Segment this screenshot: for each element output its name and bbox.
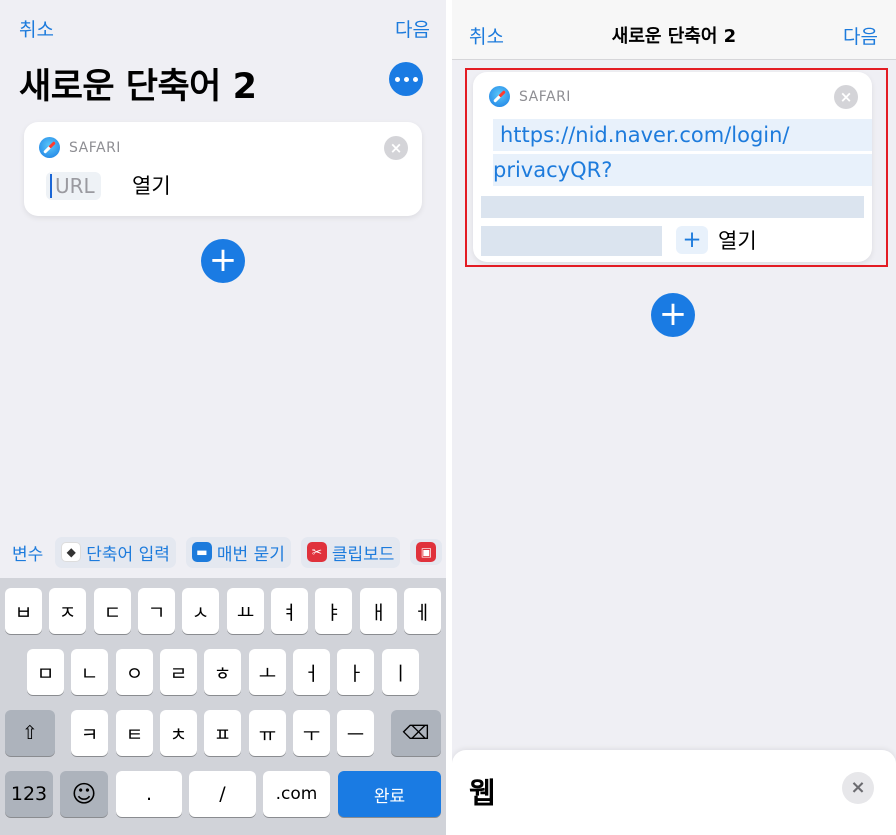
key[interactable]: ㅣ bbox=[382, 649, 419, 695]
key[interactable]: ㅕ bbox=[271, 588, 308, 634]
key[interactable]: ㅗ bbox=[249, 649, 286, 695]
app-name: SAFARI bbox=[69, 139, 121, 156]
page-title: 새로운 단축어 2 bbox=[19, 67, 257, 107]
slash-key[interactable]: / bbox=[189, 771, 256, 817]
cancel-button[interactable]: 취소 bbox=[19, 15, 54, 42]
korean-keyboard: ㅂ ㅈ ㄷ ㄱ ㅅ ㅛ ㅕ ㅑ ㅐ ㅔ ㅁ ㄴ ㅇ ㄹ ㅎ ㅗ ㅓ ㅏ ㅣ ⇧ … bbox=[0, 578, 446, 835]
key[interactable]: ㄴ bbox=[71, 649, 108, 695]
key[interactable]: ㅇ bbox=[116, 649, 153, 695]
key[interactable]: ㅔ bbox=[404, 588, 441, 634]
add-action-button[interactable]: + bbox=[651, 293, 695, 337]
delete-key[interactable]: ⌫ bbox=[391, 710, 441, 756]
remove-action-icon[interactable]: × bbox=[384, 136, 408, 160]
shift-key[interactable]: ⇧ bbox=[5, 710, 55, 756]
chip-label: 단축어 입력 bbox=[86, 544, 170, 565]
key[interactable]: ㅎ bbox=[204, 649, 241, 695]
key[interactable]: ㅜ bbox=[293, 710, 330, 756]
layers-icon: ◆ bbox=[61, 542, 82, 562]
chip-calendar[interactable]: ▣ bbox=[410, 539, 443, 565]
chat-icon: ▬ bbox=[191, 542, 212, 562]
navigation-bar: 취소 새로운 단축어 2 다음 bbox=[452, 0, 896, 60]
key[interactable]: ㅋ bbox=[71, 710, 108, 756]
open-label: 열기 bbox=[132, 174, 171, 198]
left-screen: 취소 다음 새로운 단축어 2 SAFARI × URL 열기 + 변수 ◆ 단… bbox=[0, 0, 446, 835]
key[interactable]: ㅠ bbox=[249, 710, 286, 756]
dotcom-key[interactable]: .com bbox=[263, 771, 330, 817]
done-key[interactable]: 완료 bbox=[338, 771, 441, 817]
next-button[interactable]: 다음 bbox=[843, 22, 878, 49]
key[interactable]: ㅍ bbox=[204, 710, 241, 756]
safari-icon bbox=[39, 137, 60, 158]
next-button[interactable]: 다음 bbox=[395, 15, 430, 42]
period-key[interactable]: . bbox=[116, 771, 182, 817]
text-caret bbox=[50, 174, 52, 198]
url-input-token[interactable]: URL bbox=[46, 172, 101, 200]
key[interactable]: ㅡ bbox=[337, 710, 374, 756]
emoji-key[interactable]: ☺ bbox=[60, 771, 108, 817]
chip-shortcut-input[interactable]: ◆ 단축어 입력 bbox=[55, 536, 176, 568]
key[interactable]: ㅛ bbox=[227, 588, 264, 634]
key[interactable]: ㅁ bbox=[27, 649, 64, 695]
variable-suggestion-bar: 변수 ◆ 단축어 입력 ▬ 매번 묻기 ✂ 클립보드 ▣ bbox=[0, 533, 446, 571]
chip-clipboard[interactable]: ✂ 클립보드 bbox=[300, 536, 401, 568]
key[interactable]: ㅅ bbox=[182, 588, 219, 634]
key[interactable]: ㅂ bbox=[5, 588, 42, 634]
more-dot-icon bbox=[394, 76, 400, 82]
key[interactable]: ㄹ bbox=[160, 649, 197, 695]
action-picker-sheet: 웹 × bbox=[452, 750, 896, 835]
key[interactable]: ㅈ bbox=[49, 588, 86, 634]
calendar-icon: ▣ bbox=[416, 542, 437, 562]
key[interactable]: ㅏ bbox=[337, 649, 374, 695]
variables-button[interactable]: 변수 bbox=[12, 540, 43, 565]
chip-ask-each-time[interactable]: ▬ 매번 묻기 bbox=[185, 536, 291, 568]
key[interactable]: ㅐ bbox=[360, 588, 397, 634]
numbers-key[interactable]: 123 bbox=[5, 771, 53, 817]
chip-label: 클립보드 bbox=[331, 544, 395, 565]
chip-label: 매번 묻기 bbox=[216, 544, 285, 565]
card-header: SAFARI bbox=[39, 137, 121, 158]
url-placeholder: URL bbox=[55, 174, 95, 198]
more-dot-icon bbox=[412, 76, 418, 82]
sheet-title: 웹 bbox=[469, 776, 496, 810]
scissors-icon: ✂ bbox=[306, 542, 327, 562]
safari-action-card[interactable]: SAFARI × URL 열기 bbox=[24, 122, 422, 216]
add-action-button[interactable]: + bbox=[201, 239, 245, 283]
key[interactable]: ㄷ bbox=[94, 588, 131, 634]
nav-title: 새로운 단축어 2 bbox=[611, 26, 737, 47]
more-dot-icon bbox=[403, 76, 409, 82]
key[interactable]: ㅑ bbox=[315, 588, 352, 634]
highlight-box bbox=[465, 68, 888, 267]
key[interactable]: ㄱ bbox=[138, 588, 175, 634]
close-icon[interactable]: × bbox=[842, 772, 874, 804]
key[interactable]: ㅌ bbox=[116, 710, 153, 756]
more-options-button[interactable] bbox=[389, 62, 423, 96]
key[interactable]: ㅓ bbox=[293, 649, 330, 695]
key[interactable]: ㅊ bbox=[160, 710, 197, 756]
